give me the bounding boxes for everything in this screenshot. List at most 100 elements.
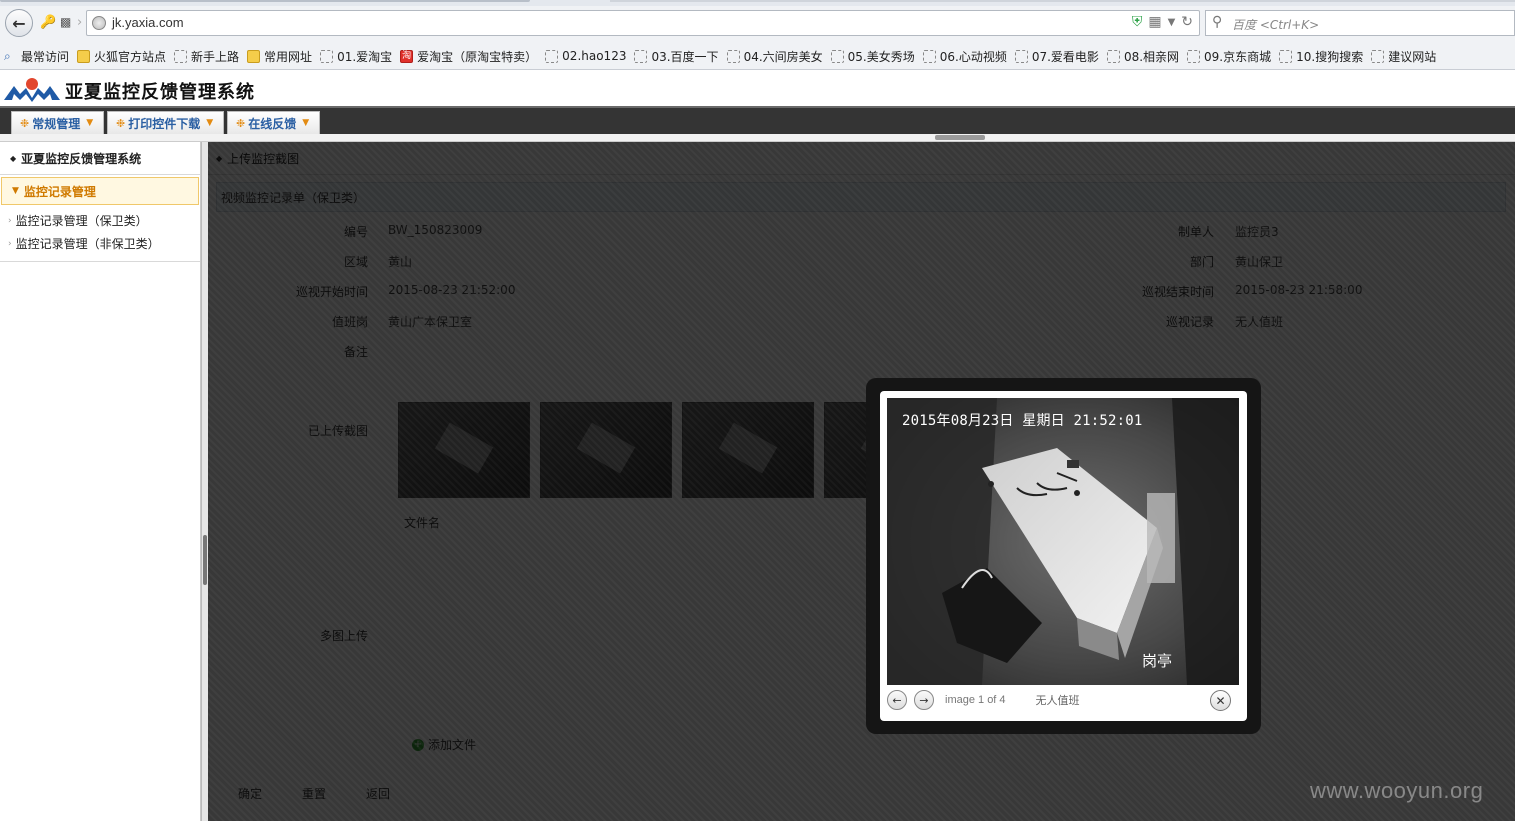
- screenshot-thumbnail[interactable]: [540, 402, 672, 498]
- image-counter: image 1 of 4: [945, 694, 1006, 706]
- bookmark-item[interactable]: 08.相亲网: [1106, 48, 1179, 65]
- chevron-right-icon: ›: [8, 215, 12, 226]
- menu-label: 常规管理: [32, 116, 81, 131]
- screenshot-thumbnail[interactable]: [398, 402, 530, 498]
- bookmark-label: 建议网站: [1388, 49, 1437, 64]
- page-icon: [1106, 49, 1120, 63]
- bookmark-label: 常用网址: [264, 49, 313, 64]
- bookmark-item[interactable]: 09.京东商城: [1187, 48, 1271, 65]
- add-file-button[interactable]: + 添加文件: [412, 736, 476, 753]
- bookmark-item[interactable]: 02.hao123: [545, 49, 626, 63]
- main-content: ◆ 上传监控截图 视频监控记录单（保卫类） 编号 BW_150823009 制单…: [208, 142, 1515, 821]
- taobao-icon: 淘: [400, 49, 414, 63]
- page-title-text: 上传监控截图: [227, 151, 300, 166]
- form-title-text: 视频监控记录单（保卫类）: [221, 190, 366, 205]
- sidebar-title: 亚夏监控反馈管理系统: [21, 151, 142, 166]
- bookmark-item[interactable]: 建议网站: [1371, 48, 1436, 65]
- chevron-right-icon: ›: [77, 15, 83, 30]
- page-icon: [545, 49, 559, 63]
- bookmark-item[interactable]: ⌕ 最常访问: [4, 48, 69, 65]
- bookmark-item[interactable]: 06.心动视频: [922, 48, 1007, 65]
- bookmark-item[interactable]: 火狐官方站点: [77, 48, 166, 65]
- bookmark-label: 09.京东商城: [1204, 49, 1272, 64]
- page-icon: [1279, 49, 1293, 63]
- area-label: 区域: [343, 255, 368, 269]
- close-icon: ✕: [1215, 693, 1226, 708]
- next-image-button[interactable]: →: [914, 690, 934, 710]
- sidebar-item-non-security[interactable]: › 监控记录管理（非保卫类）: [8, 232, 200, 255]
- area-value: 黄山: [388, 255, 413, 269]
- folder-icon: [77, 49, 91, 63]
- close-button[interactable]: ✕: [1210, 690, 1231, 711]
- search-placeholder[interactable]: 百度 <Ctrl+K>: [1232, 16, 1319, 33]
- uploaded-label: 已上传截图: [307, 424, 368, 438]
- arrow-left-icon: ←: [12, 13, 26, 33]
- identity-icon[interactable]: ▩: [60, 15, 71, 29]
- menu-label: 打印控件下载: [128, 116, 201, 131]
- start-time-value: 2015-08-23 21:52:00: [388, 283, 516, 297]
- code-value: BW_150823009: [388, 223, 483, 237]
- multi-upload-label: 多图上传: [319, 629, 368, 643]
- back-button[interactable]: ←: [5, 9, 33, 37]
- gear-icon: ❉: [236, 116, 246, 130]
- menu-general[interactable]: ❉ 常规管理 ▼: [11, 111, 105, 134]
- shield-icon[interactable]: ⛨: [1132, 14, 1143, 30]
- page-icon: [174, 49, 188, 63]
- bookmark-label: 03.百度一下: [651, 49, 719, 64]
- vertical-splitter[interactable]: [201, 142, 208, 821]
- search-icon[interactable]: ⚲: [1212, 14, 1222, 30]
- bookmark-label: 04.六间房美女: [743, 49, 823, 64]
- address-bar[interactable]: jk.yaxia.com ⛨ ▦ ▼ ↻: [86, 10, 1200, 36]
- bookmark-item[interactable]: 04.六间房美女: [726, 48, 823, 65]
- arrow-left-icon: ←: [892, 693, 902, 707]
- splitter-grip[interactable]: [935, 135, 985, 140]
- lightbox-frame: 2015年08月23日 星期日 21:52:01 岗亭 ← → image 1 …: [880, 391, 1247, 721]
- sidebar-group-monitoring[interactable]: ▼ 监控记录管理: [1, 177, 199, 205]
- menu-print-control[interactable]: ❉ 打印控件下载 ▼: [107, 111, 225, 134]
- page-title: ◆ 上传监控截图: [208, 142, 1515, 175]
- app-header: 亚夏监控反馈管理系统: [0, 70, 1515, 108]
- bookmark-item[interactable]: 常用网址: [247, 48, 312, 65]
- page-icon: [1014, 49, 1028, 63]
- search-box[interactable]: ⚲ 百度 <Ctrl+K>: [1205, 10, 1515, 36]
- form-buttons: 确定 重置 返回: [238, 785, 390, 802]
- bullet-icon: ◆: [216, 153, 223, 163]
- key-icon[interactable]: 🔑: [40, 15, 56, 30]
- confirm-button[interactable]: 确定: [238, 785, 262, 802]
- reload-icon[interactable]: ↻: [1181, 14, 1193, 30]
- splitter-grip[interactable]: [203, 535, 207, 585]
- bookmark-label: 01.爱淘宝: [337, 49, 393, 64]
- arrow-right-icon: →: [919, 693, 929, 707]
- dept-value: 黄山保卫: [1235, 255, 1284, 269]
- bookmark-item[interactable]: 新手上路: [174, 48, 239, 65]
- bookmark-label: 爱淘宝（原淘宝特卖）: [417, 49, 538, 64]
- lightbox: 2015年08月23日 星期日 21:52:01 岗亭 ← → image 1 …: [866, 378, 1261, 734]
- qr-code-icon[interactable]: ▦: [1148, 14, 1161, 30]
- bullet-icon: ◆: [10, 153, 17, 163]
- record-label: 巡视记录: [1165, 315, 1214, 329]
- sidebar-item-security[interactable]: › 监控记录管理（保卫类）: [8, 209, 200, 232]
- url-text[interactable]: jk.yaxia.com: [112, 15, 184, 30]
- dropdown-icon[interactable]: ▼: [1168, 17, 1176, 28]
- bookmark-item[interactable]: 01.爱淘宝: [320, 48, 392, 65]
- screenshot-thumbnail[interactable]: [682, 402, 814, 498]
- code-label: 编号: [343, 225, 368, 239]
- bookmark-label: 07.爱看电影: [1031, 49, 1099, 64]
- menu-feedback[interactable]: ❉ 在线反馈 ▼: [227, 111, 321, 134]
- search-icon: ⌕: [4, 48, 11, 63]
- bookmark-label: 新手上路: [191, 49, 240, 64]
- bookmark-item[interactable]: 03.百度一下: [634, 48, 719, 65]
- bookmark-item[interactable]: 10.搜狗搜索: [1279, 48, 1363, 65]
- cctv-image[interactable]: 2015年08月23日 星期日 21:52:01 岗亭: [887, 398, 1239, 685]
- bookmark-item[interactable]: 05.美女秀场: [830, 48, 915, 65]
- sidebar-item-label: 监控记录管理（非保卫类）: [15, 237, 160, 251]
- horizontal-splitter[interactable]: [0, 134, 1515, 142]
- page-icon: [726, 49, 740, 63]
- prev-image-button[interactable]: ←: [887, 690, 907, 710]
- back-link-button[interactable]: 返回: [366, 785, 390, 802]
- bookmark-item[interactable]: 07.爱看电影: [1014, 48, 1099, 65]
- bookmark-item[interactable]: 淘爱淘宝（原淘宝特卖）: [400, 48, 537, 65]
- end-time-label: 巡视结束时间: [1141, 285, 1214, 299]
- reset-button[interactable]: 重置: [302, 785, 326, 802]
- bookmark-label: 02.hao123: [562, 49, 627, 63]
